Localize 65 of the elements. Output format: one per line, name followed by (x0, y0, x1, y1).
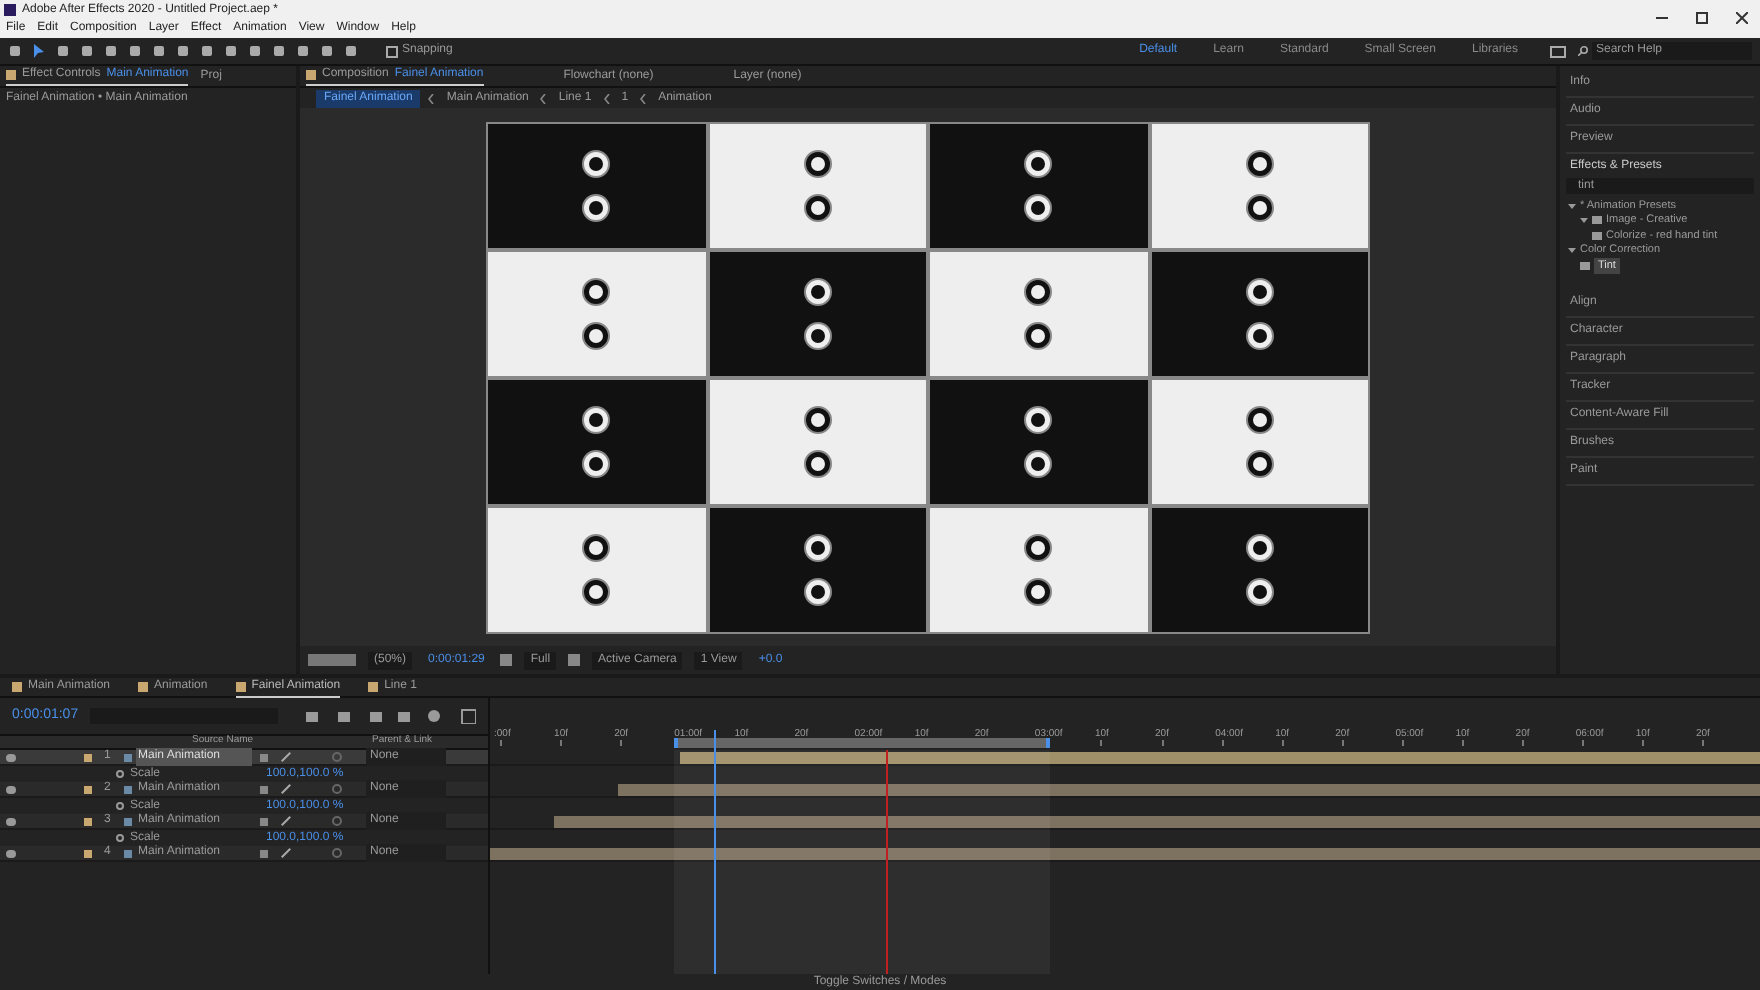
ruler-tick (1641, 740, 1644, 746)
label-color-icon[interactable] (84, 753, 92, 761)
chevron-icon (428, 93, 435, 103)
ruler-tick (1701, 740, 1704, 746)
panel-color-icon (6, 70, 16, 80)
snapping-checkbox[interactable] (386, 45, 398, 57)
composition-icon (138, 682, 149, 692)
ruler-tick (1521, 740, 1524, 746)
circle-pair-drawing (1022, 145, 1055, 225)
label-color-icon[interactable] (84, 849, 92, 857)
stopwatch-icon[interactable] (116, 834, 124, 842)
label-color-icon[interactable] (84, 817, 92, 825)
close-icon[interactable] (1736, 12, 1748, 24)
eye-icon[interactable] (6, 849, 16, 857)
label-color-icon[interactable] (84, 785, 92, 793)
eye-icon[interactable] (6, 753, 16, 761)
circle-pair-drawing (1243, 401, 1276, 481)
app-icon (4, 3, 16, 15)
circle-pair-drawing (1022, 529, 1055, 609)
composition-icon (368, 682, 379, 692)
circle-pair-drawing (580, 273, 613, 353)
composition-icon (124, 753, 132, 761)
composition-icon (124, 817, 132, 825)
search-icon (1578, 46, 1588, 56)
restore-icon[interactable] (1696, 12, 1708, 24)
eye-icon[interactable] (6, 817, 16, 825)
circle-pair-drawing (801, 401, 834, 481)
chevron-icon (640, 93, 647, 103)
circle-pair-drawing (580, 529, 613, 609)
circle-pair-drawing (580, 145, 613, 225)
pointer-icon[interactable] (32, 44, 46, 58)
quality-icon[interactable] (281, 752, 291, 762)
circle-pair-drawing (1022, 273, 1055, 353)
circle-pair-drawing (1243, 529, 1276, 609)
disclosure-triangle-icon[interactable] (1580, 216, 1588, 225)
ruler-tick (620, 740, 623, 746)
panel-color-icon (306, 70, 316, 80)
chevron-icon (603, 93, 610, 103)
composition-icon (124, 785, 132, 793)
workspace-menu-icon[interactable] (1550, 45, 1566, 57)
circle-pair-drawing (580, 401, 613, 481)
ruler-tick (1461, 740, 1464, 746)
circle-pair-drawing (801, 273, 834, 353)
circle-pair-drawing (1022, 401, 1055, 481)
disclosure-triangle-icon[interactable] (1568, 246, 1576, 255)
stopwatch-icon[interactable] (116, 802, 124, 810)
circle-pair-drawing (1243, 145, 1276, 225)
chevron-icon (540, 93, 547, 103)
quality-icon[interactable] (281, 784, 291, 794)
composition-icon (12, 682, 22, 692)
circle-pair-drawing (801, 529, 834, 609)
minimize-icon[interactable] (1656, 12, 1668, 24)
ruler-tick (560, 740, 563, 746)
ruler-tick (1581, 740, 1584, 746)
quality-icon[interactable] (281, 848, 291, 858)
composition-icon (235, 681, 246, 691)
composition-icon (124, 849, 132, 857)
quality-icon[interactable] (281, 816, 291, 826)
circle-pair-drawing (801, 145, 834, 225)
stopwatch-icon[interactable] (116, 770, 124, 778)
eye-icon[interactable] (6, 785, 16, 793)
preset-icon (1580, 261, 1590, 270)
circle-pair-drawing (1243, 273, 1276, 353)
ruler-tick (500, 740, 502, 746)
disclosure-triangle-icon[interactable] (1568, 201, 1576, 210)
